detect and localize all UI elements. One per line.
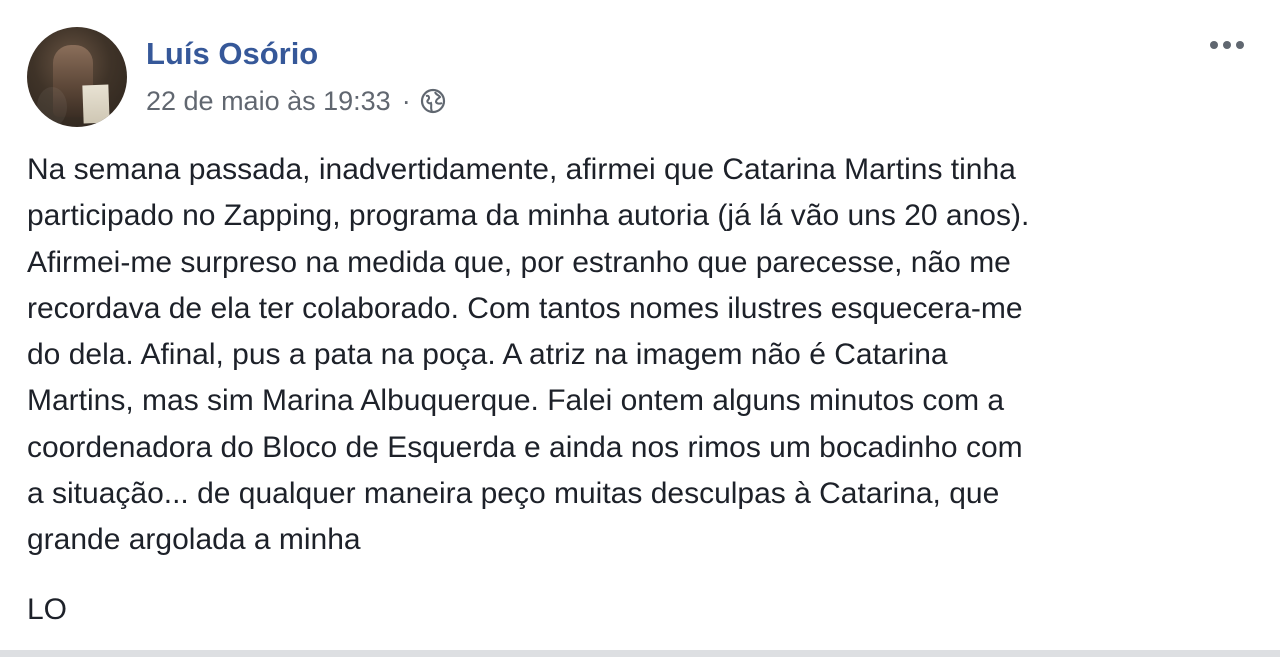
post-signature: LO [27,593,68,626]
more-dot [1223,41,1231,49]
facebook-post: Luís Osório 22 de maio às 19:33 · Na sem… [0,0,1280,657]
more-dot [1236,41,1244,49]
globe-icon[interactable] [420,88,446,114]
avatar-paper [82,84,110,124]
author-name-link[interactable]: Luís Osório [146,33,318,75]
post-body-text: Na semana passada, inadvertidamente, afi… [27,153,1030,557]
post-meta: 22 de maio às 19:33 · [146,83,446,119]
author-avatar[interactable] [27,27,127,127]
more-options-icon[interactable] [1200,30,1254,60]
post-bottom-divider [0,650,1280,657]
meta-separator: · [401,85,411,116]
more-dot [1210,41,1218,49]
avatar-shine [37,87,67,127]
post-timestamp-link[interactable]: 22 de maio às 19:33 [146,86,391,117]
